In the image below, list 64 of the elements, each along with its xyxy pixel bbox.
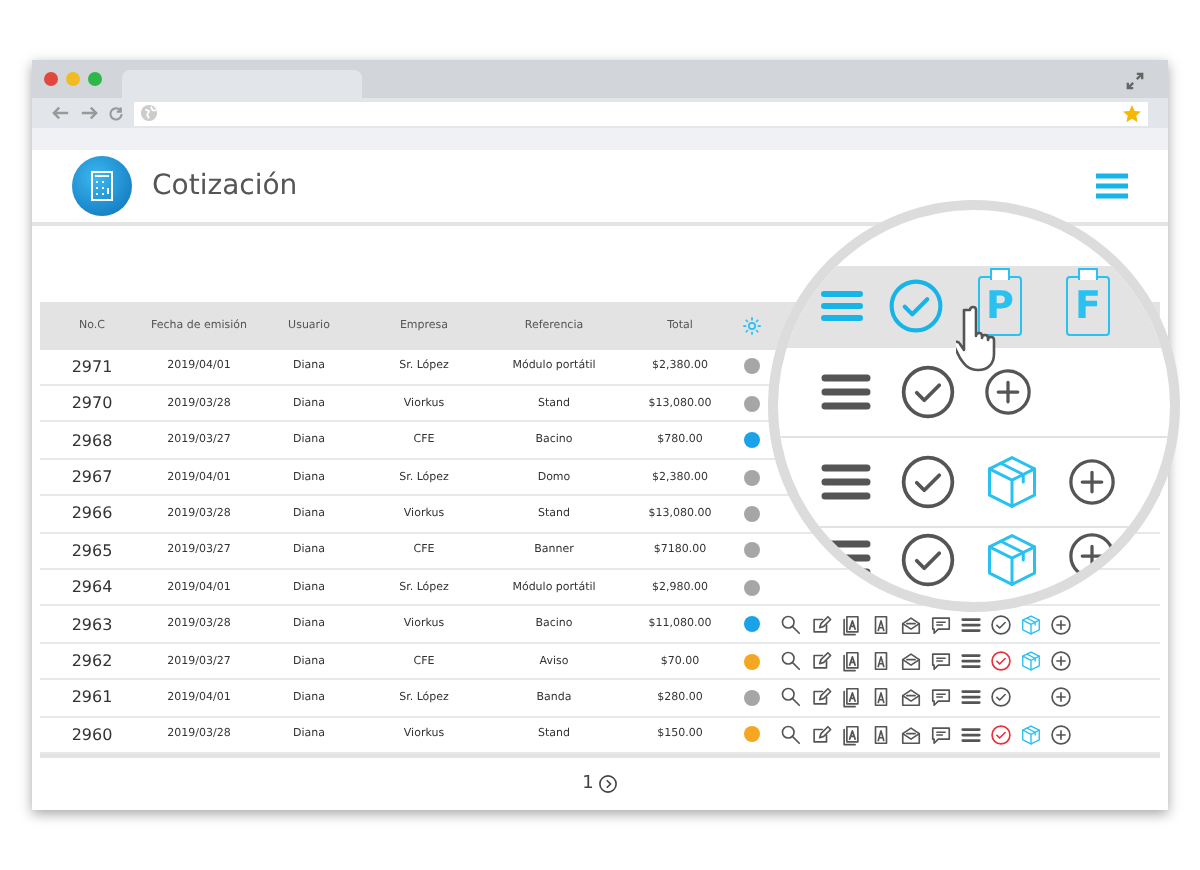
search-icon[interactable] (780, 650, 802, 673)
add-icon[interactable] (1050, 686, 1072, 709)
mail-icon[interactable] (900, 686, 922, 709)
check-circle-icon[interactable] (898, 452, 958, 512)
list-icon[interactable] (960, 613, 982, 636)
check-circle-icon[interactable] (990, 686, 1012, 709)
search-icon[interactable] (780, 723, 802, 746)
edit-icon[interactable] (810, 613, 832, 636)
table-cell-text: 2962 (69, 652, 115, 671)
next-page-icon[interactable] (597, 774, 618, 794)
add-icon[interactable] (1050, 650, 1072, 673)
comment-icon[interactable] (930, 686, 952, 709)
pdf-stack-icon[interactable] (840, 723, 862, 746)
check-circle-icon[interactable] (886, 276, 946, 336)
mail-icon[interactable] (900, 613, 922, 636)
globe-icon (140, 104, 158, 123)
list-icon[interactable] (960, 723, 982, 746)
pdf-stack-icon[interactable] (840, 613, 862, 636)
comment-icon[interactable] (930, 723, 952, 746)
table-cell-text: 2967 (69, 468, 115, 487)
mail-icon[interactable] (900, 650, 922, 673)
check-circle-icon[interactable] (898, 530, 958, 590)
table-cell-text: 2960 (69, 725, 115, 744)
pdf-stack-icon[interactable] (840, 650, 862, 673)
edit-icon[interactable] (810, 686, 832, 709)
table-cell-text: 2965 (69, 541, 115, 560)
check-circle-icon[interactable] (990, 650, 1012, 673)
check-circle-icon[interactable] (990, 613, 1012, 636)
page-number[interactable]: 1 (582, 774, 594, 794)
pdf-icon[interactable] (870, 650, 892, 673)
add-icon[interactable] (1050, 723, 1072, 746)
list-icon[interactable] (960, 650, 982, 673)
address-field[interactable] (134, 101, 1148, 126)
table-cell-text: 2966 (69, 504, 115, 523)
list-icon[interactable] (960, 686, 982, 709)
page-title: Cotización (152, 169, 300, 202)
comment-icon[interactable] (930, 650, 952, 673)
add-icon[interactable] (982, 366, 1034, 418)
pdf-stack-icon[interactable] (840, 686, 862, 709)
edit-icon[interactable] (810, 723, 832, 746)
comment-icon[interactable] (930, 613, 952, 636)
pdf-icon[interactable] (870, 723, 892, 746)
calculator-logo (72, 155, 132, 216)
star-icon[interactable] (1122, 103, 1142, 124)
table-cell-text: 2970 (69, 394, 115, 413)
edit-icon[interactable] (810, 650, 832, 673)
add-icon[interactable] (1050, 613, 1072, 636)
table-cell-text: 2968 (69, 431, 115, 450)
search-icon[interactable] (780, 686, 802, 709)
table-cell-text: 2971 (69, 357, 115, 376)
maximize-dot[interactable] (88, 71, 102, 86)
table-cell-text: 2961 (69, 688, 115, 707)
minimize-dot[interactable] (66, 71, 80, 86)
pdf-icon[interactable] (870, 686, 892, 709)
check-circle-icon[interactable] (898, 362, 958, 422)
expand-icon[interactable] (1126, 72, 1144, 90)
add-icon[interactable] (1066, 456, 1118, 508)
check-circle-icon[interactable] (990, 723, 1012, 746)
search-icon[interactable] (780, 613, 802, 636)
table-cell-text: 2963 (69, 615, 115, 634)
close-dot[interactable] (44, 71, 58, 86)
table-cell-text: 2964 (69, 578, 115, 597)
mail-icon[interactable] (900, 723, 922, 746)
pdf-icon[interactable] (870, 613, 892, 636)
